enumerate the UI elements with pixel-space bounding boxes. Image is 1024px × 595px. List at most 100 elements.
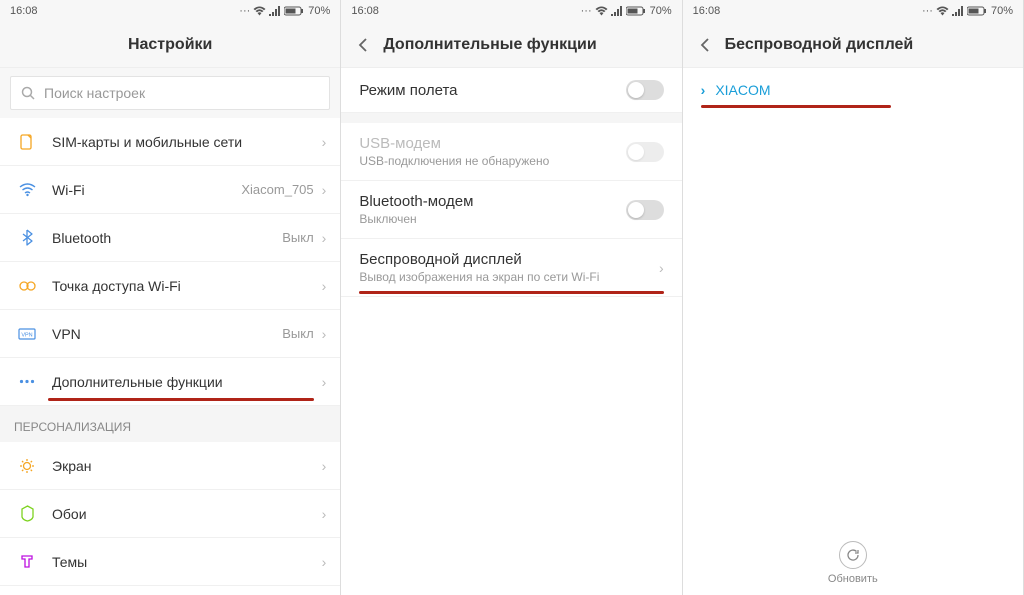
- titlebar: Дополнительные функции: [341, 22, 681, 68]
- chevron-right-icon: ›: [322, 230, 327, 246]
- hotspot-icon: [14, 279, 40, 293]
- row-title: Bluetooth-модем: [359, 193, 625, 210]
- svg-text:VPN: VPN: [21, 332, 32, 338]
- row-display[interactable]: Экран ›: [0, 442, 340, 490]
- back-icon[interactable]: [355, 37, 371, 53]
- row-label: Wi-Fi: [52, 182, 241, 198]
- highlight-underline: [701, 105, 891, 108]
- row-value: Xiacom_705: [241, 182, 313, 197]
- wallpaper-icon: [14, 505, 40, 522]
- screen-wireless-display: 16:08 ··· 70% Беспроводной дисплей › XIA…: [683, 0, 1024, 595]
- row-wallpaper[interactable]: Обои ›: [0, 490, 340, 538]
- chevron-right-icon: ›: [322, 506, 327, 522]
- refresh-icon: [839, 541, 867, 569]
- wifi-icon: [936, 6, 949, 16]
- row-label: SIM-карты и мобильные сети: [52, 134, 322, 150]
- status-battery: 70%: [308, 5, 330, 17]
- battery-icon: [967, 6, 987, 16]
- battery-icon: [626, 6, 646, 16]
- titlebar: Беспроводной дисплей: [683, 22, 1023, 68]
- chevron-right-icon: ›: [322, 278, 327, 294]
- row-subtitle: USB-подключения не обнаружено: [359, 154, 625, 168]
- back-icon[interactable]: [697, 37, 713, 53]
- signal-icon: [269, 6, 281, 16]
- status-icons: ···: [922, 5, 987, 17]
- search-placeholder: Поиск настроек: [44, 85, 145, 101]
- screen-advanced: 16:08 ··· 70% Дополнительные функции Реж…: [341, 0, 682, 595]
- chevron-right-icon: ›: [701, 82, 706, 98]
- row-subtitle: Выключен: [359, 212, 625, 226]
- chevron-right-icon: ›: [659, 260, 664, 276]
- search-icon: [21, 86, 36, 101]
- chevron-right-icon: ›: [322, 134, 327, 150]
- chevron-right-icon: ›: [322, 182, 327, 198]
- row-sim[interactable]: SIM-карты и мобильные сети ›: [0, 118, 340, 166]
- row-title: USB-модем: [359, 135, 625, 152]
- highlight-underline: [359, 291, 663, 294]
- page-title: Настройки: [128, 36, 212, 54]
- row-label: Темы: [52, 554, 322, 570]
- row-bt-tethering[interactable]: Bluetooth-модем Выключен: [341, 181, 681, 239]
- chevron-right-icon: ›: [322, 374, 327, 390]
- display-icon: [14, 458, 40, 474]
- status-battery: 70%: [650, 5, 672, 17]
- themes-icon: [14, 554, 40, 569]
- device-row[interactable]: › XIACOM: [683, 68, 1023, 112]
- row-wireless-display[interactable]: Беспроводной дисплей Вывод изображения н…: [341, 239, 681, 297]
- chevron-right-icon: ›: [322, 554, 327, 570]
- more-icon: ···: [239, 5, 250, 17]
- row-label: Bluetooth: [52, 230, 282, 246]
- row-themes[interactable]: Темы ›: [0, 538, 340, 586]
- status-icons: ···: [239, 5, 304, 17]
- device-name: XIACOM: [715, 82, 770, 98]
- status-time: 16:08: [10, 5, 38, 17]
- toggle-switch[interactable]: [626, 200, 664, 220]
- more-icon: [14, 379, 40, 384]
- row-hotspot[interactable]: Точка доступа Wi-Fi ›: [0, 262, 340, 310]
- row-title: Режим полета: [359, 82, 625, 99]
- page-title: Беспроводной дисплей: [725, 36, 914, 54]
- row-subtitle: Вывод изображения на экран по сети Wi-Fi: [359, 270, 659, 284]
- status-time: 16:08: [693, 5, 721, 17]
- wifi-icon: [595, 6, 608, 16]
- row-bluetooth[interactable]: Bluetooth Выкл ›: [0, 214, 340, 262]
- refresh-button[interactable]: Обновить: [683, 541, 1023, 585]
- row-label: Обои: [52, 506, 322, 522]
- page-title: Дополнительные функции: [383, 36, 596, 54]
- battery-icon: [284, 6, 304, 16]
- row-label: Экран: [52, 458, 322, 474]
- toggle-switch: [626, 142, 664, 162]
- row-value: Выкл: [282, 326, 313, 341]
- screen-settings: 16:08 ··· 70% Настройки Поиск настроек S…: [0, 0, 341, 595]
- row-title: Беспроводной дисплей: [359, 251, 659, 268]
- row-label: VPN: [52, 326, 282, 342]
- highlight-underline: [48, 398, 314, 401]
- more-icon: ···: [581, 5, 592, 17]
- status-time: 16:08: [351, 5, 379, 17]
- status-battery: 70%: [991, 5, 1013, 17]
- row-wifi[interactable]: Wi-Fi Xiacom_705 ›: [0, 166, 340, 214]
- row-advanced[interactable]: Дополнительные функции ›: [0, 358, 340, 406]
- signal-icon: [611, 6, 623, 16]
- row-value: Выкл: [282, 230, 313, 245]
- search-input[interactable]: Поиск настроек: [10, 76, 330, 110]
- sim-icon: [14, 134, 40, 150]
- status-bar: 16:08 ··· 70%: [683, 0, 1023, 22]
- chevron-right-icon: ›: [322, 458, 327, 474]
- status-bar: 16:08 ··· 70%: [0, 0, 340, 22]
- toggle-switch[interactable]: [626, 80, 664, 100]
- section-header: ПЕРСОНАЛИЗАЦИЯ: [0, 406, 340, 442]
- wifi-icon: [14, 183, 40, 197]
- bluetooth-icon: [14, 229, 40, 246]
- status-bar: 16:08 ··· 70%: [341, 0, 681, 22]
- row-airplane[interactable]: Режим полета: [341, 68, 681, 113]
- row-vpn[interactable]: VPN VPN Выкл ›: [0, 310, 340, 358]
- row-label: Дополнительные функции: [52, 374, 322, 390]
- wifi-icon: [253, 6, 266, 16]
- row-usb-tethering[interactable]: USB-модем USB-подключения не обнаружено: [341, 123, 681, 181]
- status-icons: ···: [581, 5, 646, 17]
- more-icon: ···: [922, 5, 933, 17]
- titlebar: Настройки: [0, 22, 340, 68]
- vpn-icon: VPN: [14, 328, 40, 340]
- row-label: Точка доступа Wi-Fi: [52, 278, 322, 294]
